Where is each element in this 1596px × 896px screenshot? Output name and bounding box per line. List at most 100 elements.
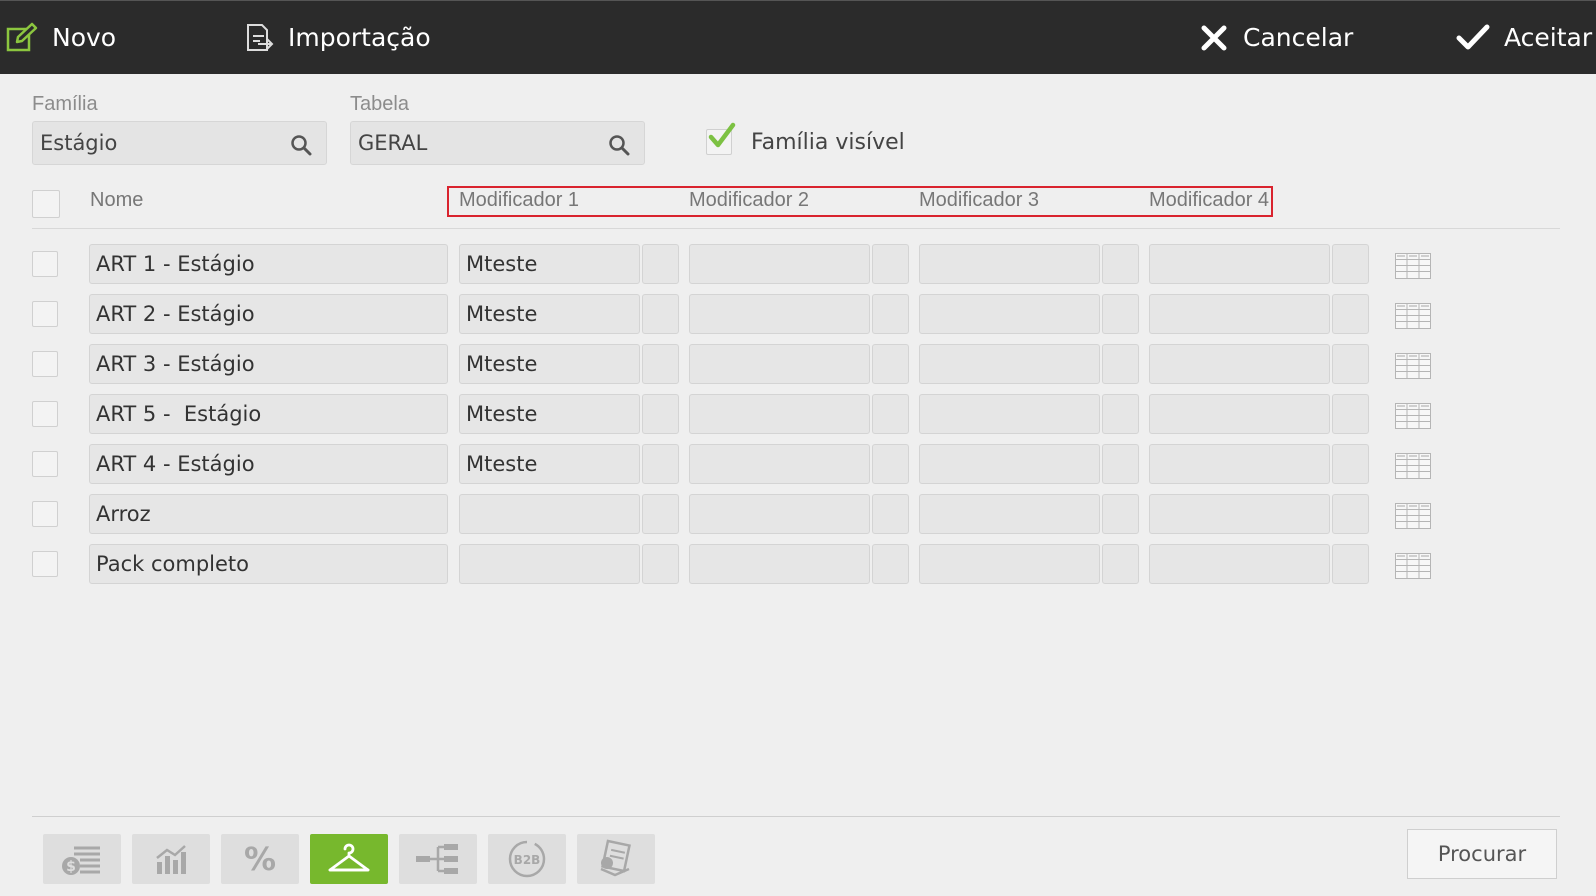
row-modificador-2-extra[interactable] [872, 544, 909, 584]
row-modificador-1-extra[interactable] [642, 544, 679, 584]
row-modificador-2-field[interactable] [689, 294, 870, 334]
row-modificador-1-extra[interactable] [642, 244, 679, 284]
grid-icon[interactable] [1395, 503, 1431, 533]
top-toolbar: Novo Importação Cancelar Aceitar [0, 0, 1596, 74]
grid-icon[interactable] [1395, 403, 1431, 433]
tool-b2b-button[interactable]: B2B [488, 834, 566, 884]
row-modificador-2-extra[interactable] [872, 494, 909, 534]
row-modificador-3-extra[interactable] [1102, 544, 1139, 584]
row-checkbox[interactable] [32, 251, 58, 277]
row-modificador-2-field[interactable] [689, 344, 870, 384]
tool-pricing-docs-button[interactable] [577, 834, 655, 884]
familia-visivel-checkbox[interactable] [706, 122, 736, 155]
row-modificador-3-field[interactable] [919, 244, 1100, 284]
row-modificador-3-extra[interactable] [1102, 394, 1139, 434]
novo-button[interactable]: Novo [6, 1, 116, 74]
row-modificador-2-field[interactable] [689, 444, 870, 484]
grid-icon[interactable] [1395, 253, 1431, 283]
row-modificador-4-field[interactable] [1149, 444, 1330, 484]
row-nome-field[interactable]: ART 5 - Estágio [89, 394, 448, 434]
b2b-icon: B2B [508, 840, 546, 878]
row-checkbox[interactable] [32, 551, 58, 577]
select-all-checkbox[interactable] [32, 190, 60, 218]
row-modificador-2-field[interactable] [689, 494, 870, 534]
row-nome-field[interactable]: ART 3 - Estágio [89, 344, 448, 384]
search-icon[interactable] [290, 134, 312, 156]
row-nome-field[interactable]: ART 4 - Estágio [89, 444, 448, 484]
row-modificador-4-extra[interactable] [1332, 294, 1369, 334]
grid-icon[interactable] [1395, 303, 1431, 333]
row-checkbox[interactable] [32, 501, 58, 527]
tool-price-list-button[interactable]: $ [43, 834, 121, 884]
row-nome-field[interactable]: Arroz [89, 494, 448, 534]
row-modificador-2-extra[interactable] [872, 294, 909, 334]
row-modificador-1-field[interactable] [459, 494, 640, 534]
row-modificador-1-extra[interactable] [642, 444, 679, 484]
search-icon[interactable] [608, 134, 630, 156]
svg-text:$: $ [66, 859, 76, 875]
row-modificador-1-extra[interactable] [642, 394, 679, 434]
row-modificador-2-extra[interactable] [872, 394, 909, 434]
row-modificador-1-field[interactable]: Mteste [459, 344, 640, 384]
row-modificador-1-field[interactable]: Mteste [459, 394, 640, 434]
row-modificador-4-field[interactable] [1149, 244, 1330, 284]
row-nome-field[interactable]: ART 2 - Estágio [89, 294, 448, 334]
row-modificador-2-field[interactable] [689, 244, 870, 284]
row-modificador-4-field[interactable] [1149, 344, 1330, 384]
grid-icon[interactable] [1395, 453, 1431, 483]
row-modificador-4-extra[interactable] [1332, 494, 1369, 534]
row-modificador-4-field[interactable] [1149, 544, 1330, 584]
tool-percent-button[interactable]: % [221, 834, 299, 884]
row-modificador-3-extra[interactable] [1102, 344, 1139, 384]
row-modificador-1-field[interactable]: Mteste [459, 294, 640, 334]
row-modificador-2-extra[interactable] [872, 244, 909, 284]
row-modificador-3-field[interactable] [919, 444, 1100, 484]
row-modificador-3-field[interactable] [919, 544, 1100, 584]
row-modificador-1-field[interactable] [459, 544, 640, 584]
row-modificador-4-extra[interactable] [1332, 444, 1369, 484]
row-modificador-2-field[interactable] [689, 544, 870, 584]
row-modificador-3-field[interactable] [919, 344, 1100, 384]
row-modificador-1-extra[interactable] [642, 294, 679, 334]
row-checkbox[interactable] [32, 401, 58, 427]
familia-lookup[interactable]: Estágio [32, 121, 327, 165]
row-modificador-1-extra[interactable] [642, 344, 679, 384]
row-modificador-3-extra[interactable] [1102, 494, 1139, 534]
row-modificador-4-extra[interactable] [1332, 244, 1369, 284]
tool-hanger-button[interactable] [310, 834, 388, 884]
row-modificador-1-field[interactable]: Mteste [459, 244, 640, 284]
tool-chart-button[interactable] [132, 834, 210, 884]
tool-hierarchy-button[interactable] [399, 834, 477, 884]
row-modificador-4-field[interactable] [1149, 394, 1330, 434]
importacao-label: Importação [288, 23, 431, 52]
row-modificador-4-field[interactable] [1149, 494, 1330, 534]
row-modificador-2-extra[interactable] [872, 444, 909, 484]
row-modificador-3-field[interactable] [919, 494, 1100, 534]
row-checkbox[interactable] [32, 351, 58, 377]
cancelar-button[interactable]: Cancelar [1199, 1, 1353, 74]
row-modificador-4-extra[interactable] [1332, 394, 1369, 434]
row-modificador-3-extra[interactable] [1102, 244, 1139, 284]
col-header-nome[interactable]: Nome [90, 189, 143, 212]
row-modificador-3-field[interactable] [919, 294, 1100, 334]
row-modificador-3-field[interactable] [919, 394, 1100, 434]
row-modificador-2-field[interactable] [689, 394, 870, 434]
row-checkbox[interactable] [32, 451, 58, 477]
row-modificador-1-extra[interactable] [642, 494, 679, 534]
grid-icon[interactable] [1395, 353, 1431, 383]
row-modificador-3-extra[interactable] [1102, 444, 1139, 484]
row-modificador-4-extra[interactable] [1332, 344, 1369, 384]
grid-icon[interactable] [1395, 553, 1431, 583]
row-checkbox[interactable] [32, 301, 58, 327]
importacao-button[interactable]: Importação [244, 1, 431, 74]
tabela-lookup[interactable]: GERAL [350, 121, 645, 165]
row-modificador-3-extra[interactable] [1102, 294, 1139, 334]
row-modificador-4-field[interactable] [1149, 294, 1330, 334]
row-modificador-1-field[interactable]: Mteste [459, 444, 640, 484]
procurar-button[interactable]: Procurar [1407, 829, 1557, 879]
row-nome-field[interactable]: Pack completo [89, 544, 448, 584]
aceitar-button[interactable]: Aceitar [1456, 1, 1592, 74]
row-modificador-2-extra[interactable] [872, 344, 909, 384]
row-modificador-4-extra[interactable] [1332, 544, 1369, 584]
row-nome-field[interactable]: ART 1 - Estágio [89, 244, 448, 284]
